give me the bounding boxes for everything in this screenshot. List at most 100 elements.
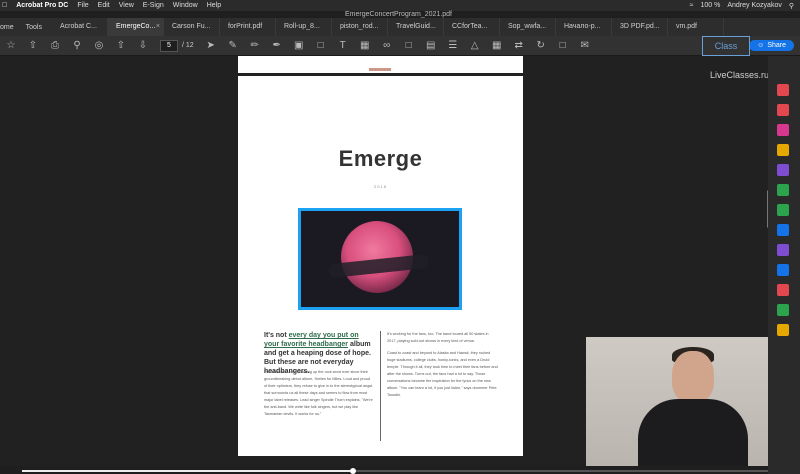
- doc-tab-active[interactable]: EmergeCo... ×: [107, 18, 164, 36]
- shapes-icon[interactable]: △: [468, 39, 482, 53]
- document-title: EmergeConcertProgram_2021.pdf: [345, 11, 453, 18]
- close-icon[interactable]: ×: [156, 18, 160, 36]
- page-title: Emerge: [338, 146, 423, 171]
- doc-tab-label: Начало-р...: [563, 23, 601, 30]
- menu-file[interactable]: File: [77, 2, 88, 9]
- doc-tab-label: EmergeCo...: [115, 23, 156, 30]
- doc-tab[interactable]: 3D PDF.pd...: [612, 18, 668, 36]
- create-pdf-icon[interactable]: [777, 104, 789, 116]
- sign-icon[interactable]: ✒: [270, 39, 284, 53]
- pdf-page[interactable]: Emerge 2015 It's not every day you put o…: [238, 56, 523, 456]
- highlight-icon[interactable]: ✏: [248, 39, 262, 53]
- doc-tab[interactable]: TravelGuid...: [388, 18, 444, 36]
- arrange-icon[interactable]: ▦: [490, 39, 504, 53]
- combine-icon[interactable]: [777, 164, 789, 176]
- class-logo: Class: [702, 36, 750, 56]
- doc-tab[interactable]: Carson Fu...: [164, 18, 220, 36]
- share-label: Share: [767, 42, 786, 49]
- next-page-icon[interactable]: ⇩: [136, 39, 150, 53]
- image-icon[interactable]: ▦: [358, 39, 372, 53]
- page-total: / 12: [182, 42, 194, 49]
- menu-esign[interactable]: E-Sign: [143, 2, 164, 9]
- tab-bar: ome Tools Acrobat C... EmergeCo... × Cars…: [0, 18, 800, 36]
- pen-icon[interactable]: ✎: [226, 39, 240, 53]
- doc-tab[interactable]: CCforTea...: [444, 18, 500, 36]
- send-icon[interactable]: [777, 264, 789, 276]
- print-icon[interactable]: ⎙: [48, 39, 62, 53]
- doc-tab-label: 3D PDF.pd...: [619, 23, 660, 30]
- menu-help[interactable]: Help: [207, 2, 221, 9]
- upload-icon[interactable]: ⇧: [26, 39, 40, 53]
- edit-pdf-icon[interactable]: [777, 124, 789, 136]
- redact-icon[interactable]: [777, 284, 789, 296]
- doc-tab[interactable]: vm.pdf: [668, 18, 724, 36]
- presenter-head: [672, 351, 714, 403]
- body-column-left: Primordial has been shaking up the rock …: [264, 370, 373, 416]
- battery-label[interactable]: 100 %: [701, 2, 721, 9]
- mail-icon[interactable]: ✉: [578, 39, 592, 53]
- doc-tab[interactable]: Начало-р...: [556, 18, 612, 36]
- album-photo[interactable]: [298, 208, 462, 310]
- select-icon[interactable]: □: [556, 39, 570, 53]
- flip-icon[interactable]: ⇄: [512, 39, 526, 53]
- doc-tab[interactable]: piston_rod...: [332, 18, 388, 36]
- prev-page-icon[interactable]: ⇧: [114, 39, 128, 53]
- zoom-icon[interactable]: ⚲: [70, 39, 84, 53]
- body-paragraph: Coast to coast and beyond to Alaska and …: [387, 351, 498, 397]
- organize-icon[interactable]: [777, 184, 789, 196]
- video-progress-fill: [22, 470, 351, 472]
- doc-tab-label: piston_rod...: [339, 23, 379, 30]
- presenter-body: [638, 399, 748, 466]
- doc-tab[interactable]: Roll-up_8...: [276, 18, 332, 36]
- fill-sign-icon[interactable]: [777, 244, 789, 256]
- body-column-right: It's working for the fans, too. The band…: [387, 331, 499, 404]
- person-icon: ☺: [757, 42, 765, 49]
- page-rule: [238, 73, 523, 76]
- cursor-icon[interactable]: ➤: [204, 39, 218, 53]
- doc-tab[interactable]: Acrobat C...: [52, 18, 108, 36]
- rotate-icon[interactable]: ↻: [534, 39, 548, 53]
- comment-icon[interactable]: [777, 144, 789, 156]
- video-progress-bar[interactable]: [22, 468, 768, 474]
- doc-tab-label: forPrint.pdf: [227, 23, 263, 30]
- menu-view[interactable]: View: [119, 2, 134, 9]
- video-progress-knob[interactable]: [350, 468, 357, 474]
- scan-icon[interactable]: [777, 204, 789, 216]
- lead-text: It's not: [264, 332, 289, 339]
- doc-tab-label: TravelGuid...: [395, 23, 436, 30]
- list-icon[interactable]: ☰: [446, 39, 460, 53]
- home-tab[interactable]: ome: [0, 24, 14, 31]
- header-icon[interactable]: ▤: [424, 39, 438, 53]
- page-mark: [369, 68, 391, 71]
- search-icon[interactable]: ⚲: [789, 2, 794, 10]
- apple-icon[interactable]: : [2, 2, 7, 9]
- crop-icon[interactable]: □: [402, 39, 416, 53]
- doc-tab-label: Carson Fu...: [171, 23, 211, 30]
- bookmark-icon[interactable]: ☆: [4, 39, 18, 53]
- tools-tab[interactable]: Tools: [26, 24, 42, 31]
- scroll-icon[interactable]: ◎: [92, 39, 106, 53]
- compare-icon[interactable]: [777, 304, 789, 316]
- share-button[interactable]: ☺ Share: [749, 40, 794, 51]
- comment-icon[interactable]: □: [314, 39, 328, 53]
- text-icon[interactable]: T: [336, 39, 350, 53]
- export-pdf-icon[interactable]: [777, 84, 789, 96]
- print-production-icon[interactable]: [777, 324, 789, 336]
- protect-icon[interactable]: [777, 224, 789, 236]
- link-icon[interactable]: ∞: [380, 39, 394, 53]
- wifi-icon[interactable]: ≈: [690, 2, 694, 9]
- app-menu[interactable]: Acrobat Pro DC: [16, 2, 68, 9]
- presenter-webcam: [586, 337, 768, 466]
- menu-edit[interactable]: Edit: [98, 2, 110, 9]
- tools-sidebar: [768, 56, 800, 474]
- stamp-icon[interactable]: ▣: [292, 39, 306, 53]
- user-name[interactable]: Andrey Kozyakov: [727, 2, 781, 9]
- page-number-input[interactable]: 5: [160, 39, 178, 52]
- doc-tab[interactable]: Sop_wwfa...: [500, 18, 556, 36]
- doc-tab[interactable]: forPrint.pdf: [220, 18, 276, 36]
- doc-tab-label: Roll-up_8...: [283, 23, 320, 30]
- menu-window[interactable]: Window: [173, 2, 198, 9]
- main-toolbar: ☆ ⇧ ⎙ ⚲ ◎ ⇧ ⇩ 5 / 12 ➤ ✎ ✏ ✒ ▣ □ T ▦ ∞ □…: [0, 36, 800, 56]
- doc-tab-label: CCforTea...: [451, 23, 488, 30]
- doc-tab-label: Acrobat C...: [59, 23, 97, 30]
